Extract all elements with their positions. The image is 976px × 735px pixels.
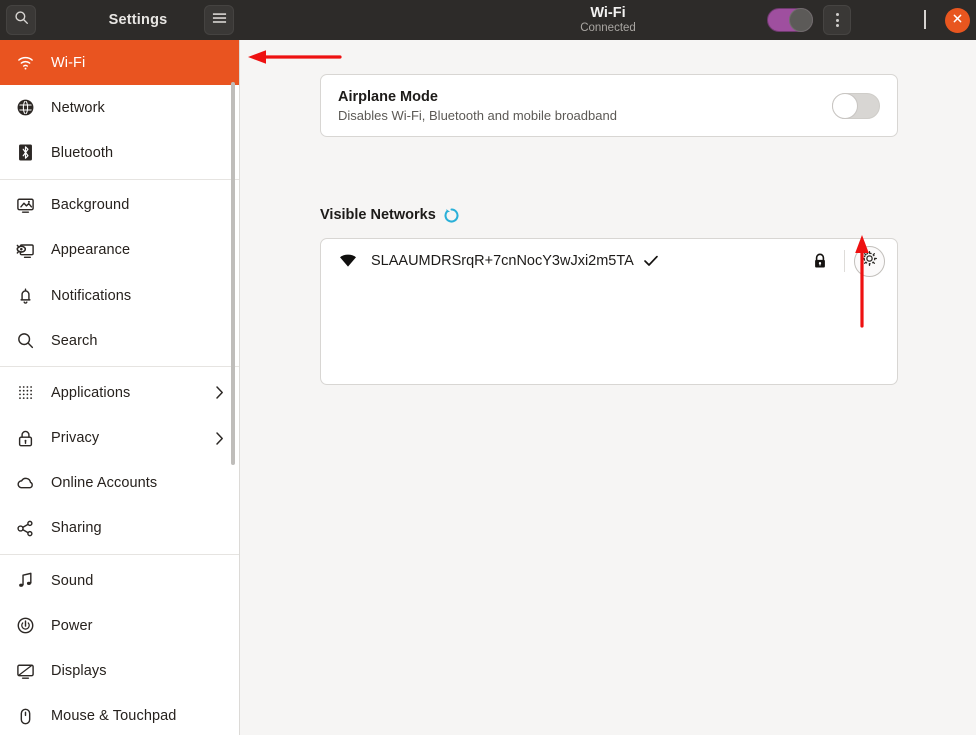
wifi-options-button[interactable] bbox=[823, 5, 851, 35]
mouse-icon bbox=[13, 706, 37, 726]
sidebar-item-label: Online Accounts bbox=[51, 475, 158, 492]
bluetooth-icon bbox=[13, 143, 37, 163]
sidebar-item-sound[interactable]: Sound bbox=[0, 558, 239, 603]
wifi-icon bbox=[13, 53, 37, 73]
maximize-button[interactable] bbox=[905, 0, 945, 40]
sidebar-item-displays[interactable]: Displays bbox=[0, 648, 239, 693]
title-bar-left: Settings bbox=[0, 0, 240, 40]
sidebar-separator bbox=[0, 366, 239, 368]
settings-window: Settings Wi-Fi Connected Wi-Fi Network B… bbox=[0, 0, 976, 735]
toggle-knob bbox=[789, 8, 813, 32]
sidebar-item-label: Power bbox=[51, 617, 93, 634]
sidebar-list: Wi-Fi Network Bluetooth Background Appearanc… bbox=[0, 40, 239, 735]
wifi-power-toggle[interactable] bbox=[767, 8, 813, 32]
search-icon bbox=[13, 331, 37, 351]
sidebar-item-privacy[interactable]: Privacy bbox=[0, 416, 239, 461]
lock-icon bbox=[13, 428, 37, 448]
main-content: Airplane Mode Disables Wi-Fi, Bluetooth … bbox=[240, 40, 976, 735]
sidebar-item-label: Privacy bbox=[51, 430, 100, 447]
search-icon bbox=[14, 10, 29, 30]
window-controls bbox=[767, 0, 976, 40]
sidebar-item-label: Search bbox=[51, 332, 98, 349]
airplane-mode-subtitle: Disables Wi-Fi, Bluetooth and mobile bro… bbox=[338, 107, 617, 123]
gear-icon bbox=[861, 250, 878, 272]
search-button[interactable] bbox=[6, 5, 36, 35]
sidebar-item-label: Background bbox=[51, 197, 130, 214]
title-bar-right: Wi-Fi Connected bbox=[240, 0, 976, 40]
sidebar-item-background[interactable]: Background bbox=[0, 183, 239, 228]
title-bar: Settings Wi-Fi Connected bbox=[0, 0, 976, 40]
visible-networks-card: SLAAUMDRSrqR+7cnNocY3wJxi2m5TA bbox=[320, 238, 898, 385]
grid-dots-icon bbox=[13, 383, 37, 403]
sidebar-item-label: Displays bbox=[51, 663, 107, 680]
sidebar-item-label: Appearance bbox=[51, 242, 131, 259]
bell-icon bbox=[13, 286, 37, 306]
sidebar-item-label: Mouse & Touchpad bbox=[51, 708, 177, 725]
sidebar-item-network[interactable]: Network bbox=[0, 85, 239, 130]
sidebar-separator bbox=[0, 554, 239, 556]
display-icon bbox=[13, 661, 37, 681]
wifi-signal-icon bbox=[339, 254, 357, 268]
power-icon bbox=[13, 616, 37, 636]
window-body: Wi-Fi Network Bluetooth Background Appearanc… bbox=[0, 40, 976, 735]
minimize-button[interactable] bbox=[865, 0, 905, 40]
sidebar-item-wi-fi[interactable]: Wi-Fi bbox=[0, 40, 239, 86]
network-row-actions bbox=[807, 245, 885, 277]
kebab-menu-icon bbox=[835, 13, 839, 27]
airplane-mode-toggle[interactable] bbox=[832, 92, 880, 119]
checkmark-icon bbox=[643, 254, 659, 268]
cloud-icon bbox=[13, 473, 37, 493]
share-icon bbox=[13, 518, 37, 538]
sidebar-item-online-accounts[interactable]: Online Accounts bbox=[0, 461, 239, 506]
appearance-icon bbox=[13, 240, 37, 260]
sidebar: Wi-Fi Network Bluetooth Background Appearanc… bbox=[0, 40, 240, 735]
main-menu-button[interactable] bbox=[204, 5, 234, 35]
sidebar-item-appearance[interactable]: Appearance bbox=[0, 228, 239, 273]
airplane-mode-title: Airplane Mode bbox=[338, 88, 438, 105]
sidebar-item-notifications[interactable]: Notifications bbox=[0, 273, 239, 318]
sidebar-separator bbox=[0, 178, 239, 180]
network-row[interactable]: SLAAUMDRSrqR+7cnNocY3wJxi2m5TA bbox=[321, 239, 897, 283]
sidebar-item-sharing[interactable]: Sharing bbox=[0, 506, 239, 551]
sidebar-item-label: Wi-Fi bbox=[51, 54, 86, 71]
page-status: Connected bbox=[580, 22, 636, 34]
hamburger-menu-icon bbox=[212, 11, 227, 29]
close-button[interactable] bbox=[945, 7, 970, 33]
sidebar-item-label: Sound bbox=[51, 572, 94, 589]
music-note-icon bbox=[13, 571, 37, 591]
background-icon bbox=[13, 195, 37, 215]
sidebar-item-bluetooth[interactable]: Bluetooth bbox=[0, 130, 239, 175]
airplane-mode-text: Airplane Mode Disables Wi-Fi, Bluetooth … bbox=[338, 89, 617, 123]
sidebar-item-label: Bluetooth bbox=[51, 144, 114, 161]
sidebar-item-label: Network bbox=[51, 99, 105, 116]
sidebar-item-label: Sharing bbox=[51, 520, 102, 537]
sidebar-item-power[interactable]: Power bbox=[0, 603, 239, 648]
maximize-icon bbox=[924, 10, 926, 29]
sidebar-scrollbar[interactable] bbox=[231, 82, 235, 465]
network-settings-button[interactable] bbox=[854, 245, 885, 277]
visible-networks-title: Visible Networks bbox=[320, 207, 436, 223]
loading-spinner-icon bbox=[444, 207, 459, 223]
chevron-right-icon bbox=[214, 431, 225, 446]
sidebar-item-mouse-touchpad[interactable]: Mouse & Touchpad bbox=[0, 694, 239, 735]
sidebar-item-label: Applications bbox=[51, 384, 131, 401]
sidebar-item-search[interactable]: Search bbox=[0, 318, 239, 363]
airplane-mode-card: Airplane Mode Disables Wi-Fi, Bluetooth … bbox=[320, 74, 898, 137]
divider bbox=[844, 250, 845, 272]
sidebar-item-label: Notifications bbox=[51, 287, 132, 304]
toggle-knob bbox=[832, 92, 858, 119]
globe-icon bbox=[13, 98, 37, 118]
network-ssid: SLAAUMDRSrqR+7cnNocY3wJxi2m5TA bbox=[371, 253, 634, 269]
page-title: Wi-Fi bbox=[590, 5, 626, 21]
close-icon bbox=[952, 11, 963, 29]
chevron-right-icon bbox=[214, 385, 225, 400]
visible-networks-header: Visible Networks bbox=[320, 207, 459, 223]
lock-icon bbox=[807, 253, 833, 269]
sidebar-item-applications[interactable]: Applications bbox=[0, 370, 239, 415]
